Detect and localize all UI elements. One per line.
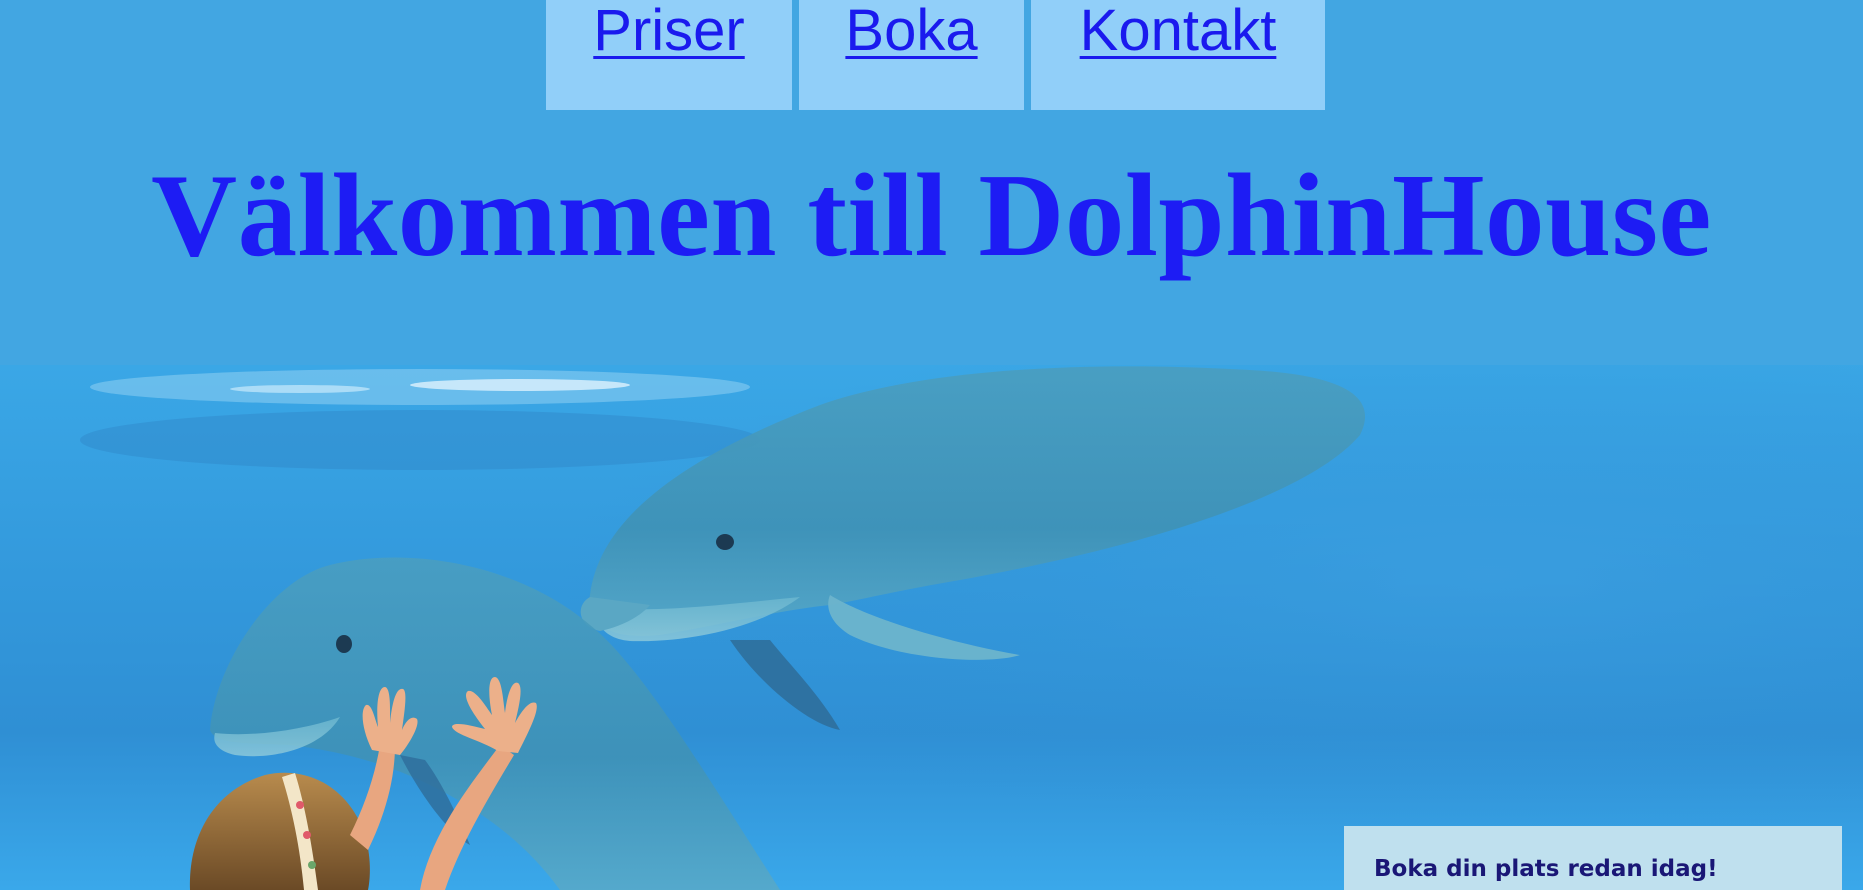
- nav-link-boka[interactable]: Boka: [845, 2, 977, 60]
- dolphins-illustration: [0, 365, 1863, 890]
- booking-callout: Boka din plats redan idag!: [1344, 826, 1842, 890]
- nav-item-boka[interactable]: Boka: [799, 0, 1024, 110]
- booking-text: Boka din plats redan idag!: [1374, 856, 1718, 882]
- page: Priser Boka Kontakt Välkommen till Dolph…: [0, 0, 1863, 890]
- nav-link-kontakt[interactable]: Kontakt: [1080, 2, 1277, 60]
- nav-item-priser[interactable]: Priser: [546, 0, 792, 110]
- nav-link-priser[interactable]: Priser: [593, 2, 744, 60]
- nav-item-kontakt[interactable]: Kontakt: [1031, 0, 1325, 110]
- page-title: Välkommen till DolphinHouse: [151, 149, 1712, 281]
- hero-image: [0, 365, 1863, 890]
- top-nav: Priser Boka Kontakt: [0, 0, 1863, 110]
